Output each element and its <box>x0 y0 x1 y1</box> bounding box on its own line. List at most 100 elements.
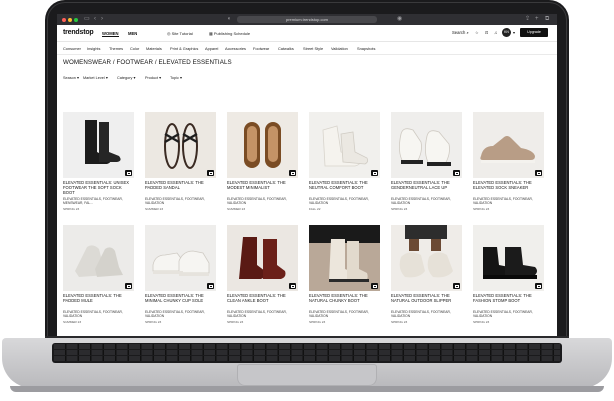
nav-item-color[interactable]: Color <box>130 46 139 51</box>
product-image[interactable] <box>145 112 216 178</box>
product-title[interactable]: ELEVATED ESSENTIALS: THE PADDED SANDAL <box>145 180 216 190</box>
product-image[interactable] <box>63 112 134 178</box>
nav-item-snapshots[interactable]: Snapshots <box>357 46 375 51</box>
bookmark-icon[interactable]: ⊡ <box>485 30 489 35</box>
save-icon[interactable] <box>535 283 542 289</box>
gender-tab-men[interactable]: MEN <box>128 31 137 36</box>
save-icon[interactable] <box>453 170 460 176</box>
product-title[interactable]: ELEVATED ESSENTIALS: THE NATURAL CHUNKY … <box>309 293 380 303</box>
trendstop-logo[interactable]: trendstop <box>63 29 94 36</box>
upgrade-button[interactable]: Upgrade <box>520 28 548 37</box>
nav-item-street-style[interactable]: Street Style <box>303 46 323 51</box>
keyboard <box>52 343 562 363</box>
product-title[interactable]: ELEVATED ESSENTIALS: THE NEUTRAL COMFORT… <box>309 180 380 190</box>
product-title[interactable]: ELEVATED ESSENTIALS: THE PADDED MULE <box>63 293 134 303</box>
chevron-down-icon[interactable]: ▾ <box>513 30 515 35</box>
minimize-window-icon[interactable] <box>68 17 72 22</box>
star-icon[interactable]: ☆ <box>475 30 479 35</box>
filter-season-label: Season <box>63 76 76 80</box>
new-tab-icon[interactable]: + <box>535 16 539 23</box>
nav-item-themes[interactable]: Themes <box>109 46 123 51</box>
filter-season[interactable]: Season ▾ <box>63 75 79 80</box>
nav-item-apparel[interactable]: Apparel <box>205 46 218 51</box>
product-tags: ELEVATED ESSENTIALS, FOOTWEAR, VALIDATIO… <box>473 197 533 205</box>
product-image[interactable] <box>309 112 380 178</box>
product-title[interactable]: ELEVATED ESSENTIALS: THE NATURAL OUTDOOR… <box>391 293 462 303</box>
product-season: SPRING 23 <box>391 207 408 211</box>
product-tags: ELEVATED ESSENTIALS, FOOTWEAR, VALIDATIO… <box>145 310 205 318</box>
save-icon[interactable] <box>453 283 460 289</box>
close-window-icon[interactable] <box>62 17 66 22</box>
product-tags: ELEVATED ESSENTIALS, FOOTWEAR, VALIDATIO… <box>391 197 451 205</box>
nav-item-footwear[interactable]: Footwear <box>253 46 269 51</box>
forward-arrow-icon[interactable]: › <box>101 16 103 23</box>
product-tags: ELEVATED ESSENTIALS, FOOTWEAR, VALIDATIO… <box>309 197 369 205</box>
tab-overview-icon[interactable]: ⧉ <box>545 16 549 23</box>
product-title[interactable]: ELEVATED ESSENTIALS: THE FASHION STOMP B… <box>473 293 544 303</box>
site-header: trendstop WOMEN MEN ◎ Site Tutorial ▦ Pu… <box>57 25 557 42</box>
keyboard-row <box>54 350 560 355</box>
product-image[interactable] <box>391 225 462 291</box>
back-arrow-icon[interactable]: ‹ <box>94 16 96 23</box>
laptop-base-edge <box>10 386 604 392</box>
publishing-schedule-link[interactable]: ▦ Publishing Schedule <box>209 31 250 36</box>
nav-item-consumer[interactable]: Consumer <box>63 46 81 51</box>
neutral-comfort-boot-image <box>322 125 369 167</box>
product-image[interactable] <box>309 225 380 291</box>
bell-icon[interactable]: ♫ <box>494 30 497 35</box>
save-icon[interactable] <box>207 283 214 289</box>
nav-item-insights[interactable]: Insights <box>87 46 100 51</box>
product-image[interactable] <box>145 225 216 291</box>
natural-chunky-boot-image <box>309 225 380 282</box>
filter-market-level[interactable]: Market Level ▾ <box>83 75 108 80</box>
keyboard-row <box>54 344 560 349</box>
filter-product[interactable]: Product ▾ <box>145 75 161 80</box>
product-image[interactable] <box>227 112 298 178</box>
nav-item-materials[interactable]: Materials <box>146 46 162 51</box>
product-image[interactable] <box>227 225 298 291</box>
filter-topic[interactable]: Topic ▾ <box>170 75 182 80</box>
site-tutorial-label: Site Tutorial <box>171 30 193 36</box>
save-icon[interactable] <box>125 283 132 289</box>
nav-item-accessories[interactable]: Accessories <box>225 46 246 51</box>
publishing-schedule-label: Publishing Schedule <box>213 30 251 36</box>
sidebar-toggle-icon[interactable]: ▭ <box>84 16 90 23</box>
nav-item-catwalks[interactable]: Catwalks <box>278 46 294 51</box>
product-title[interactable]: ELEVATED ESSENTIALS: UNISEX FOOTWEAR THE… <box>63 180 134 195</box>
product-image[interactable] <box>63 225 134 291</box>
product-title[interactable]: ELEVATED ESSENTIALS: THE GENDERNEUTRAL L… <box>391 180 462 190</box>
search-button[interactable]: Search ⌕ <box>452 30 469 35</box>
site-tutorial-link[interactable]: ◎ Site Tutorial <box>167 31 193 36</box>
lace-up-image <box>399 128 451 166</box>
maximize-window-icon[interactable] <box>74 17 78 22</box>
save-icon[interactable] <box>125 170 132 176</box>
save-icon[interactable] <box>371 170 378 176</box>
product-tags: ELEVATED ESSENTIALS, FOOTWEAR, VALIDATIO… <box>227 197 287 205</box>
product-season: SPRING 23 <box>227 320 244 324</box>
product-title[interactable]: ELEVATED ESSENTIALS: THE CLEAN ANKLE BOO… <box>227 293 298 303</box>
product-image[interactable] <box>473 112 544 178</box>
product-title[interactable]: ELEVATED ESSENTIALS: THE MODEST MINIMALI… <box>227 180 298 190</box>
gender-tab-women[interactable]: WOMEN <box>102 31 119 37</box>
save-icon[interactable] <box>289 170 296 176</box>
product-title[interactable]: ELEVATED ESSENTIALS: THE ELEVATED SOCK S… <box>473 180 544 190</box>
save-icon[interactable] <box>289 283 296 289</box>
save-icon[interactable] <box>207 170 214 176</box>
reader-icon[interactable]: ◉ <box>397 16 402 23</box>
product-title[interactable]: ELEVATED ESSENTIALS: THE MINIMAL CHUNKY … <box>145 293 216 303</box>
share-icon[interactable]: ⇪ <box>525 16 530 23</box>
product-tags: ELEVATED ESSENTIALS, FOOTWEAR, MENSWEAR,… <box>63 197 123 205</box>
user-avatar[interactable]: KN <box>502 28 511 37</box>
save-icon[interactable] <box>535 170 542 176</box>
address-bar[interactable]: premium.trendstop.com <box>237 16 377 23</box>
product-season: SPRING 23 <box>145 320 162 324</box>
nav-item-print-graphics[interactable]: Print & Graphics <box>170 46 198 51</box>
filter-category[interactable]: Category ▾ <box>117 75 135 80</box>
save-icon[interactable] <box>371 283 378 289</box>
product-tags: ELEVATED ESSENTIALS, FOOTWEAR, VALIDATIO… <box>309 310 369 318</box>
nav-item-validation[interactable]: Validation <box>331 46 348 51</box>
privacy-shield-icon[interactable]: ◖ <box>227 16 231 23</box>
product-image[interactable] <box>391 112 462 178</box>
product-image[interactable] <box>473 225 544 291</box>
product-tags: ELEVATED ESSENTIALS, FOOTWEAR, VALIDATIO… <box>63 310 123 318</box>
